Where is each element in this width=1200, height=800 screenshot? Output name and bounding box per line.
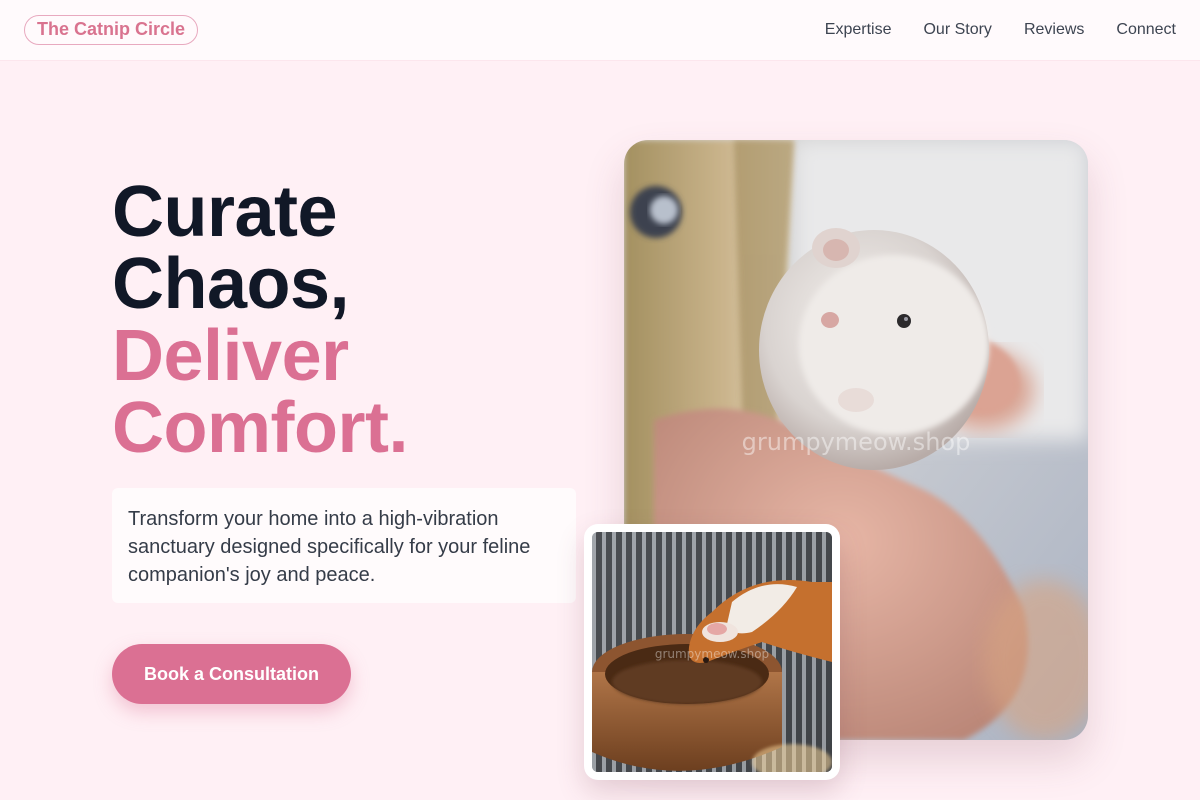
guinea-pig-photo: grumpymeow.shop	[592, 532, 832, 772]
guinea-pig-photo-frame: grumpymeow.shop	[584, 524, 840, 780]
guinea-pig-photo-illustration: grumpymeow.shop	[592, 532, 832, 772]
site-logo[interactable]: The Catnip Circle	[24, 15, 199, 45]
nav-link-connect[interactable]: Connect	[1116, 20, 1176, 40]
headline-line-comfort: Comfort.	[112, 388, 408, 468]
nav-link-expertise[interactable]: Expertise	[825, 20, 892, 40]
site-header: The Catnip Circle Expertise Our Story Re…	[0, 0, 1200, 60]
hero-description: Transform your home into a high-vibratio…	[112, 488, 576, 603]
headline-line-chaos: Chaos,	[112, 244, 350, 324]
hamster-photo-watermark: grumpymeow.shop	[742, 428, 971, 456]
headline-line-curate: Curate	[112, 172, 338, 252]
nav-link-our-story[interactable]: Our Story	[923, 20, 991, 40]
headline-line-deliver: Deliver	[112, 316, 349, 396]
book-consultation-button[interactable]: Book a Consultation	[112, 644, 351, 704]
nav-link-reviews[interactable]: Reviews	[1024, 20, 1084, 40]
main-nav: Expertise Our Story Reviews Connect	[825, 20, 1176, 40]
hero-headline: Curate Chaos, Deliver Comfort.	[112, 176, 408, 464]
guinea-pig-photo-watermark: grumpymeow.shop	[655, 647, 769, 661]
